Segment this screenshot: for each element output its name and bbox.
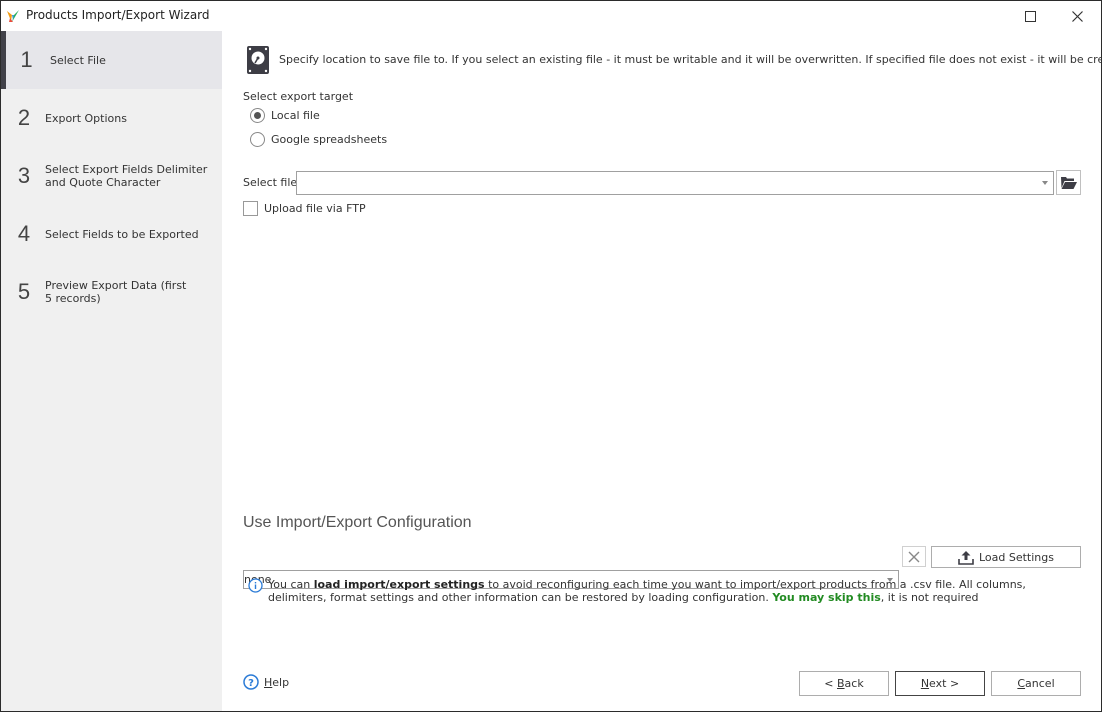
select-file-input[interactable] bbox=[296, 171, 1054, 195]
wizard-content: Specify location to save file to. If you… bbox=[222, 31, 1102, 711]
wizard-steps-sidebar: 1 Select File 2 Export Options 3 Select … bbox=[1, 31, 222, 711]
upload-icon bbox=[958, 550, 974, 565]
clear-x-icon bbox=[908, 551, 920, 562]
maximize-icon bbox=[1024, 10, 1036, 22]
step-number: 3 bbox=[17, 163, 31, 188]
radio-button[interactable] bbox=[250, 132, 265, 147]
back-button[interactable]: < Back bbox=[799, 671, 889, 696]
ftp-upload-option[interactable]: Upload file via FTP bbox=[243, 201, 366, 216]
info-text-part: You can bbox=[268, 578, 314, 591]
radio-label: Local file bbox=[271, 109, 320, 122]
checkbox-label: Upload file via FTP bbox=[264, 202, 366, 215]
wizard-window: Products Import/Export Wizard 1 Select F… bbox=[0, 0, 1102, 712]
back-prefix: < bbox=[824, 677, 837, 690]
next-label: ext > bbox=[929, 677, 960, 690]
config-section-title: Use Import/Export Configuration bbox=[243, 514, 472, 531]
load-settings-label: Load Settings bbox=[978, 550, 1054, 564]
help-question-icon: ? bbox=[243, 674, 259, 690]
cancel-mnemonic: C bbox=[1017, 677, 1026, 690]
radio-google-spreadsheets[interactable]: Google spreadsheets bbox=[250, 132, 387, 147]
chevron-down-icon[interactable] bbox=[1042, 181, 1048, 185]
back-mnemonic: B bbox=[837, 677, 845, 690]
skip-note: You may skip this bbox=[772, 591, 881, 604]
step-label: Select Fields to be Exported bbox=[45, 227, 199, 241]
step-export-options[interactable]: 2 Export Options bbox=[1, 89, 222, 147]
maximize-button[interactable] bbox=[1007, 1, 1053, 31]
step-description: Specify location to save file to. If you… bbox=[279, 53, 1102, 66]
close-button[interactable] bbox=[1054, 1, 1100, 31]
window-title: Products Import/Export Wizard bbox=[26, 8, 210, 22]
radio-local-file[interactable]: Local file bbox=[250, 108, 320, 123]
step-number: 4 bbox=[17, 221, 31, 246]
app-logo-icon bbox=[7, 10, 19, 22]
step-label: Export Options bbox=[45, 111, 127, 125]
close-icon bbox=[1071, 10, 1083, 22]
radio-button[interactable] bbox=[250, 108, 265, 123]
export-target-label: Select export target bbox=[243, 90, 354, 103]
info-text-part: , it is not required bbox=[880, 591, 979, 604]
step-number: 5 bbox=[17, 279, 31, 304]
radio-label: Google spreadsheets bbox=[271, 133, 388, 146]
step-label: Select Export Fields Delimiter and Quote… bbox=[45, 163, 208, 189]
select-file-label: Select file bbox=[243, 176, 298, 189]
step-label: Preview Export Data (first 5 records) bbox=[45, 279, 187, 305]
config-info-text: You can load import/export settings to a… bbox=[268, 578, 1083, 604]
title-bar: Products Import/Export Wizard bbox=[1, 1, 1101, 31]
next-mnemonic: N bbox=[920, 677, 930, 690]
step-preview-data[interactable]: 5 Preview Export Data (first 5 records) bbox=[1, 263, 222, 321]
step-select-fields[interactable]: 4 Select Fields to be Exported bbox=[1, 205, 222, 263]
hard-drive-icon bbox=[247, 46, 269, 74]
cancel-button[interactable]: Cancel bbox=[991, 671, 1081, 696]
back-label: ack bbox=[844, 677, 864, 690]
load-settings-button[interactable]: Load Settings bbox=[931, 546, 1081, 568]
svg-text:?: ? bbox=[248, 678, 254, 689]
ftp-upload-checkbox[interactable] bbox=[243, 201, 258, 216]
step-number: 2 bbox=[17, 105, 31, 130]
step-delimiter-quote[interactable]: 3 Select Export Fields Delimiter and Quo… bbox=[1, 147, 222, 205]
help-label: Help bbox=[264, 675, 290, 689]
step-number: 1 bbox=[20, 47, 33, 72]
browse-folder-button[interactable] bbox=[1056, 170, 1081, 195]
step-select-file[interactable]: 1 Select File bbox=[1, 31, 222, 89]
info-icon bbox=[248, 578, 263, 593]
info-text-bold: load import/export settings bbox=[313, 578, 485, 591]
help-link[interactable]: ? Help bbox=[243, 674, 289, 690]
folder-open-icon bbox=[1060, 177, 1077, 189]
clear-config-button[interactable] bbox=[902, 546, 926, 567]
step-label: Select File bbox=[50, 53, 106, 67]
next-button[interactable]: Next > bbox=[895, 671, 985, 696]
cancel-label: ancel bbox=[1025, 677, 1055, 690]
